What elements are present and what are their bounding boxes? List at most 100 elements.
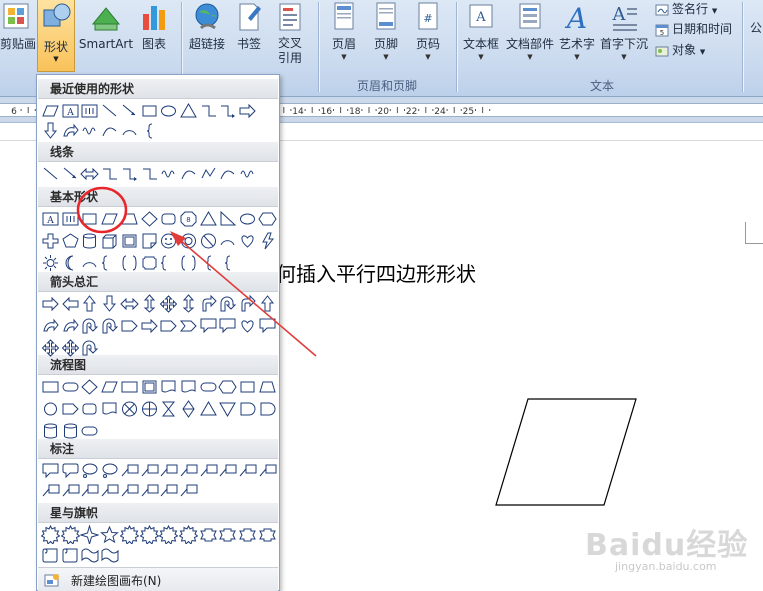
shape-arrowline-icon[interactable] — [120, 101, 139, 120]
shape-arrowR-icon[interactable] — [140, 316, 159, 335]
smartart-button[interactable]: SmartArt — [78, 0, 134, 52]
shape-arc-icon[interactable] — [218, 231, 237, 250]
shape-heart-icon[interactable] — [238, 316, 257, 335]
parallelogram-shape[interactable] — [490, 395, 640, 510]
document-text[interactable]: 何插入平行四边形形状 — [276, 258, 476, 287]
shape-sort-icon[interactable] — [179, 399, 198, 418]
shape-smiley-icon[interactable] — [159, 231, 178, 250]
shape-hexagon-icon[interactable] — [218, 377, 237, 396]
shape-brace2-icon[interactable] — [179, 253, 198, 272]
shape-callcloud-icon[interactable] — [80, 461, 99, 480]
shape-flowterm-icon[interactable] — [80, 421, 99, 440]
shape-quad-icon[interactable] — [61, 338, 80, 357]
shape-arrowD-icon[interactable] — [41, 121, 60, 140]
shape-callline-icon[interactable] — [179, 461, 198, 480]
shape-callcloud-icon[interactable] — [100, 461, 119, 480]
shape-elbowA-icon[interactable] — [120, 164, 139, 183]
shape-rtriangle-icon[interactable] — [218, 209, 237, 228]
shape-arrowUD-icon[interactable] — [179, 294, 198, 313]
shape-flowproc-icon[interactable] — [120, 377, 139, 396]
shape-homeplate-icon[interactable] — [120, 316, 139, 335]
shape-uturn-icon[interactable] — [80, 316, 99, 335]
shape-roundrect-icon[interactable] — [159, 209, 178, 228]
shape-magdisk-icon[interactable] — [61, 421, 80, 440]
shape-scroll-icon[interactable] — [61, 545, 80, 564]
shape-line-icon[interactable] — [41, 164, 60, 183]
shape-callline-icon[interactable] — [159, 461, 178, 480]
shape-wave-icon[interactable] — [100, 545, 119, 564]
shape-bracket-icon[interactable] — [159, 253, 178, 272]
shapes-button[interactable]: 形状 ▼ — [37, 0, 75, 72]
quick-parts-button[interactable]: 文档部件 ▼ — [504, 0, 556, 62]
shape-arrowR-icon[interactable] — [238, 101, 257, 120]
shape-callline-icon[interactable] — [100, 481, 119, 500]
shape-donut-icon[interactable] — [179, 231, 198, 250]
shape-ribbonS-icon[interactable] — [218, 525, 237, 544]
shape-cross-icon[interactable] — [41, 231, 60, 250]
shape-text-icon[interactable]: A — [41, 209, 60, 228]
shape-uturn-icon[interactable] — [80, 338, 99, 357]
shape-arrowU-icon[interactable] — [80, 294, 99, 313]
shape-callline-icon[interactable] — [199, 461, 218, 480]
shape-brace1-icon[interactable] — [140, 121, 159, 140]
shape-ellipse-icon[interactable] — [238, 209, 257, 228]
header-button[interactable]: 页眉 ▼ — [325, 0, 363, 62]
shape-callrect-icon[interactable] — [218, 316, 237, 335]
shape-seal-icon[interactable] — [60, 525, 80, 544]
shape-octagonStop-icon[interactable]: 8 — [179, 209, 198, 228]
shape-curve-icon[interactable] — [179, 164, 198, 183]
shape-callline-icon[interactable] — [258, 461, 277, 480]
footer-button[interactable]: 页脚 ▼ — [367, 0, 405, 62]
shape-flowdoc-icon[interactable] — [179, 377, 198, 396]
shape-callline-icon[interactable] — [120, 461, 139, 480]
shape-seal-icon[interactable] — [178, 525, 198, 544]
shape-vtext-icon[interactable] — [61, 209, 80, 228]
shape-vtext-icon[interactable] — [80, 101, 99, 120]
equation-button-partial[interactable]: 公 — [746, 20, 763, 36]
shape-callround-icon[interactable] — [61, 461, 80, 480]
shape-para-icon[interactable] — [100, 209, 119, 228]
shape-elbow-icon[interactable] — [100, 164, 119, 183]
shape-brace1-icon[interactable] — [218, 253, 237, 272]
date-time-button[interactable]: 5 日期和时间 — [655, 20, 732, 38]
shape-scroll-icon[interactable] — [41, 545, 60, 564]
shape-arrowLR-icon[interactable] — [80, 164, 100, 183]
shape-callline-icon[interactable] — [159, 481, 178, 500]
shape-arrowD-icon[interactable] — [100, 294, 119, 313]
wordart-button[interactable]: A 艺术字 ▼ — [556, 0, 598, 62]
shape-rect-icon[interactable] — [140, 101, 159, 120]
shape-diamond-icon[interactable] — [140, 209, 159, 228]
shape-trap-icon[interactable] — [120, 209, 139, 228]
shape-star5-icon[interactable] — [100, 525, 119, 544]
shape-callrect-icon[interactable] — [41, 461, 60, 480]
shape-callline-icon[interactable] — [140, 481, 159, 500]
shape-triangle-icon[interactable] — [199, 209, 218, 228]
shape-callline-icon[interactable] — [179, 481, 198, 500]
shape-callline-icon[interactable] — [61, 481, 80, 500]
shape-seal-icon[interactable] — [159, 525, 179, 544]
hyperlink-button[interactable]: 超链接 — [186, 0, 228, 52]
shape-callline-icon[interactable] — [120, 481, 139, 500]
shape-circle-icon[interactable] — [41, 399, 60, 418]
shape-callline-icon[interactable] — [41, 481, 60, 500]
shape-delay-icon[interactable] — [238, 399, 257, 418]
shape-curved-icon[interactable] — [61, 316, 80, 335]
shape-rect-icon[interactable] — [80, 209, 99, 228]
shape-arc-icon[interactable] — [120, 121, 139, 140]
shape-quad-icon[interactable] — [159, 294, 178, 313]
shape-curve-icon[interactable] — [218, 164, 237, 183]
shape-line-icon[interactable] — [100, 101, 119, 120]
shape-triangle-icon[interactable] — [179, 101, 198, 120]
shape-scribble-icon[interactable] — [159, 164, 178, 183]
shape-curved-icon[interactable] — [41, 316, 60, 335]
shape-ribbonS-icon[interactable] — [238, 525, 257, 544]
shape-hexagon-icon[interactable] — [258, 209, 277, 228]
shape-scribble-icon[interactable] — [80, 121, 99, 140]
shape-sun-icon[interactable] — [41, 253, 60, 272]
shape-cube-icon[interactable] — [100, 231, 119, 250]
shape-magdisk-icon[interactable] — [41, 421, 60, 440]
shape-frame-icon[interactable] — [120, 231, 139, 250]
shape-bolt-icon[interactable] — [258, 231, 277, 250]
shape-callline-icon[interactable] — [218, 461, 237, 480]
shape-callline-icon[interactable] — [238, 461, 257, 480]
